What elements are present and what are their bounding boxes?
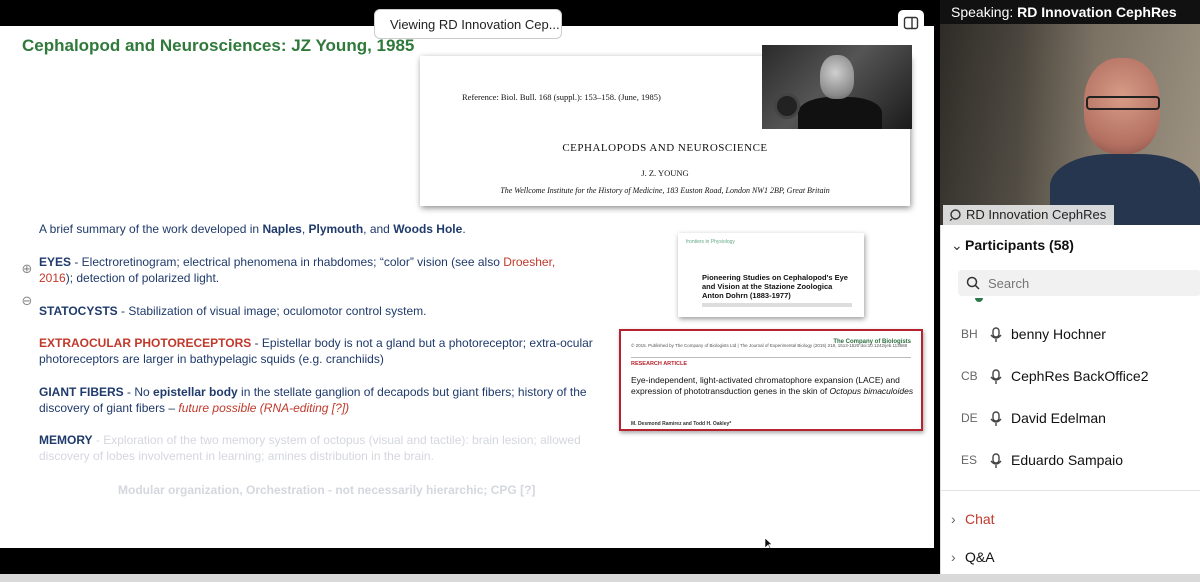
bullet-extraocular: EXTRAOCULAR PHOTORECEPTORS - Epistellar … bbox=[39, 336, 593, 366]
viewing-indicator[interactable]: Viewing RD Innovation Cep... bbox=[374, 9, 562, 39]
chevron-down-icon: ⌄ bbox=[951, 237, 963, 253]
participant-name: David Edelman bbox=[1011, 410, 1106, 426]
microphone-icon bbox=[990, 453, 1002, 468]
jeb-article-card: © 2015. Published by The Company of Biol… bbox=[619, 329, 923, 431]
participant-initials: DE bbox=[961, 411, 978, 425]
zoom-in-icon[interactable]: ⊕ bbox=[18, 260, 36, 278]
participant-row[interactable]: ES Eduardo Sampaio bbox=[941, 446, 1200, 476]
frontiers-article-title: Pioneering Studies on Cephalopod's Eye a… bbox=[702, 273, 848, 300]
participant-initials: ES bbox=[961, 453, 978, 467]
divider bbox=[941, 490, 1200, 491]
speaking-indicator: Speaking: RD Innovation CephRes bbox=[940, 0, 1200, 24]
frontiers-logo: frontiers in Physiology bbox=[686, 239, 735, 245]
bullet-memory: MEMORY - Exploration of the two memory s… bbox=[39, 433, 581, 463]
view-mode-button[interactable] bbox=[898, 10, 924, 36]
chat-section-toggle[interactable]: › Chat bbox=[951, 511, 995, 527]
paper-institute: The Wellcome Institute for the History o… bbox=[500, 186, 830, 195]
paper-author: J. Z. YOUNG bbox=[641, 168, 689, 178]
status-dot bbox=[975, 298, 983, 302]
participant-name: Eduardo Sampaio bbox=[1011, 452, 1124, 468]
paper-reference: Reference: Biol. Bull. 168 (suppl.): 153… bbox=[462, 92, 661, 102]
bullet-eyes: EYES - Electroretinogram; electrical phe… bbox=[39, 255, 556, 285]
participants-header[interactable]: ⌄ Participants (58) bbox=[951, 237, 1074, 254]
jeb-article-title: Eye-independent, light-activated chromat… bbox=[631, 375, 914, 396]
microphone-icon bbox=[990, 327, 1002, 342]
qa-section-toggle[interactable]: › Q&A bbox=[951, 549, 995, 565]
slide-title: Cephalopod and Neurosciences: JZ Young, … bbox=[22, 36, 415, 55]
portrait-photo bbox=[762, 45, 912, 129]
participant-row[interactable]: CB CephRes BackOffice2 bbox=[941, 362, 1200, 392]
bullet-statocysts: STATOCYSTS - Stabilization of visual ima… bbox=[39, 304, 427, 318]
jeb-authors: M. Desmond Ramirez and Todd H. Oakley* bbox=[631, 421, 732, 427]
zoom-out-icon[interactable]: ⊖ bbox=[18, 292, 36, 310]
taskbar-strip bbox=[0, 574, 1200, 582]
microphone-icon bbox=[990, 369, 1002, 384]
participant-name: CephRes BackOffice2 bbox=[1011, 368, 1149, 384]
chevron-right-icon: › bbox=[951, 511, 956, 527]
meeting-window: Viewing RD Innovation Cep... Cephalopod … bbox=[0, 0, 1200, 582]
search-icon bbox=[966, 276, 980, 290]
frontiers-article-card: frontiers in Physiology Pioneering Studi… bbox=[678, 233, 864, 317]
split-view-icon bbox=[903, 16, 919, 30]
cob-logo: The Company of Biologists bbox=[833, 339, 911, 345]
modular-text: Modular organization, Orchestration - no… bbox=[118, 483, 536, 497]
participant-initials: CB bbox=[961, 369, 978, 383]
shared-slide: Cephalopod and Neurosciences: JZ Young, … bbox=[0, 26, 934, 548]
bullet-giant-fibers: GIANT FIBERS - No epistellar body in the… bbox=[39, 385, 587, 415]
video-name-label: RD Innovation CephRes bbox=[943, 205, 1115, 225]
side-panel: ⌄Participants (58) BH benny Hochner CB C… bbox=[940, 225, 1200, 574]
search-input[interactable] bbox=[988, 273, 1188, 293]
participant-search[interactable] bbox=[958, 270, 1200, 296]
speaker-video[interactable] bbox=[940, 24, 1200, 225]
participant-name: benny Hochner bbox=[1011, 326, 1106, 342]
chevron-right-icon: › bbox=[951, 549, 956, 565]
paper-title: CEPHALOPODS AND NEUROSCIENCE bbox=[562, 142, 768, 154]
participant-initials: BH bbox=[961, 327, 978, 341]
jeb-article-kind: RESEARCH ARTICLE bbox=[631, 361, 688, 367]
participant-row[interactable]: BH benny Hochner bbox=[941, 320, 1200, 350]
intro-text: A brief summary of the work developed in… bbox=[39, 222, 466, 236]
participant-row[interactable]: DE David Edelman bbox=[941, 404, 1200, 434]
speaker-sound-icon bbox=[949, 209, 961, 222]
microphone-icon bbox=[990, 411, 1002, 426]
